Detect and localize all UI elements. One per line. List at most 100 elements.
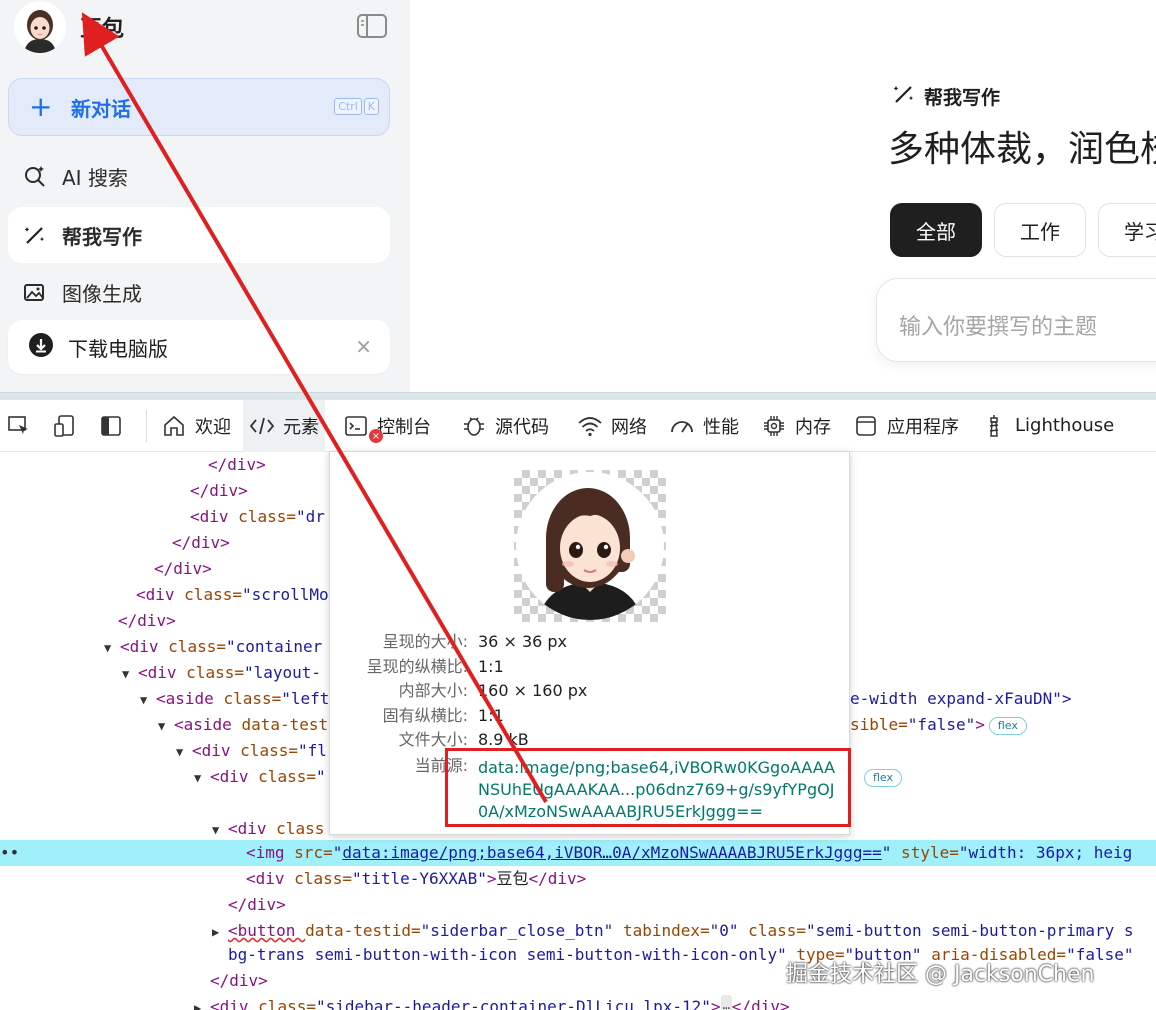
watermark: 掘金技术社区 @ JacksonChen xyxy=(786,962,1095,987)
download-desktop-banner[interactable]: 下载电脑版 × xyxy=(8,320,390,374)
expand-triangle-icon[interactable]: ▼ xyxy=(140,687,156,713)
lighthouse-icon xyxy=(981,413,1007,439)
tag-text: <aside xyxy=(156,689,224,708)
tab-console[interactable]: 控制台 xyxy=(337,400,437,452)
meta-value: 1:1 xyxy=(478,657,504,676)
flex-badge[interactable]: flex xyxy=(988,716,1027,735)
attr-name: class= xyxy=(738,921,806,940)
meta-rendered-ratio: 呈现的纵横比: 1:1 xyxy=(330,655,851,679)
sidebar-item-image-gen[interactable]: 图像生成 xyxy=(8,266,390,318)
pen-sparkle-icon xyxy=(22,222,48,248)
attr-name: sible= xyxy=(850,715,908,734)
tag-text: </div> xyxy=(154,559,212,578)
sidebar-item-ai-search[interactable]: AI 搜索 xyxy=(8,148,390,204)
tree-line[interactable]: ▶ <button data-testid="siderbar_close_btn… xyxy=(0,918,1156,944)
expand-triangle-icon[interactable]: ▼ xyxy=(122,661,138,687)
attr-value: "siderbar_close_btn" xyxy=(420,921,614,940)
sidebar: 豆包 + 新对话 Ctrl K AI 搜索 帮我写作 图像生成 下载电脑版 × xyxy=(0,0,410,392)
highlight-box xyxy=(445,748,851,827)
new-chat-label: 新对话 xyxy=(71,96,131,121)
attr-value: "false" xyxy=(907,715,976,734)
device-toolbar-button[interactable] xyxy=(46,400,92,452)
attr-name: class= xyxy=(240,741,298,760)
flex-badge[interactable]: flex xyxy=(864,768,903,787)
tag-text: > xyxy=(975,715,985,734)
image-src-link[interactable]: data:image/png;base64,iVBOR…0A/xMzoNSwAA… xyxy=(342,843,881,862)
text-node: 豆包 xyxy=(496,869,529,888)
tree-line[interactable]: ▶ <div class="sidebar--header-container-D… xyxy=(0,994,1156,1010)
ai-search-icon xyxy=(22,163,48,189)
tab-label: 内存 xyxy=(795,416,831,438)
image-preview xyxy=(514,470,666,622)
attr-name: src= xyxy=(294,843,333,862)
attr-name: class= xyxy=(223,689,282,708)
sidebar-item-writing[interactable]: 帮我写作 xyxy=(8,207,390,263)
chip-study[interactable]: 学习 xyxy=(1098,203,1156,257)
tab-performance[interactable]: 性能 xyxy=(663,400,745,452)
tab-label: 元素 xyxy=(283,416,319,438)
attr-name: class= xyxy=(294,869,352,888)
tab-label: 源代码 xyxy=(495,416,549,438)
selection-dots: •• xyxy=(0,843,20,862)
brand[interactable]: 豆包 xyxy=(14,0,124,54)
tree-line[interactable]: <div class="title-Y6XXAB">豆包</div> xyxy=(0,866,1156,892)
tag-text: <div xyxy=(228,819,277,838)
meta-key: 呈现的大小: xyxy=(382,632,468,651)
attr-value: "layout- xyxy=(243,663,322,682)
chip-all[interactable]: 全部 xyxy=(890,203,982,257)
expand-triangle-icon[interactable]: ▼ xyxy=(176,739,192,765)
code-icon xyxy=(249,413,275,439)
chip-icon xyxy=(761,413,787,439)
sidebar-item-label: AI 搜索 xyxy=(62,165,128,190)
brand-title: 豆包 xyxy=(80,17,125,42)
pen-sparkle-icon xyxy=(892,82,916,111)
tab-label: 网络 xyxy=(611,416,647,438)
device-icon xyxy=(52,413,78,439)
collapsed-triangle-icon[interactable]: ▶ xyxy=(194,995,210,1010)
tab-memory[interactable]: 内存 xyxy=(755,400,837,452)
meta-intrinsic-ratio: 固有纵横比: 1:1 xyxy=(330,704,851,728)
tab-lighthouse[interactable]: Lighthouse xyxy=(975,400,1120,452)
avatar[interactable] xyxy=(14,1,66,53)
home-icon xyxy=(161,413,187,439)
chip-work[interactable]: 工作 xyxy=(994,203,1086,257)
topic-input[interactable]: 输入你要撰写的主题 xyxy=(876,278,1156,362)
panel-icon xyxy=(98,413,124,439)
attr-name: class= xyxy=(238,507,296,526)
bug-icon xyxy=(461,413,487,439)
tab-label: Lighthouse xyxy=(1015,415,1115,436)
tab-network[interactable]: 网络 xyxy=(571,400,653,452)
app-icon xyxy=(853,413,879,439)
close-icon[interactable]: × xyxy=(355,334,372,358)
tab-application[interactable]: 应用程序 xyxy=(847,400,965,452)
tag-text: <div xyxy=(120,637,169,656)
meta-key: 固有纵横比: xyxy=(382,706,468,725)
ellipsis-button[interactable]: ⋯ xyxy=(720,995,732,1010)
attr-value: "title-Y6XXAB" xyxy=(351,869,487,888)
attr-value: "0" xyxy=(709,921,739,940)
attr-value: bg-trans semi-button-with-icon semi-butt… xyxy=(228,945,787,964)
selected-tree-line[interactable]: •• <img src="data:image/png;base64,iVBOR… xyxy=(0,840,1156,866)
attr-value: "left xyxy=(281,689,330,708)
expand-triangle-icon[interactable]: ▼ xyxy=(104,635,120,661)
tag-text: <div xyxy=(138,663,187,682)
expand-triangle-icon[interactable]: ▼ xyxy=(158,713,174,739)
expand-triangle-icon[interactable]: ▼ xyxy=(194,765,210,791)
devtools-toolbar: 欢迎 元素 控制台 源代码 网络 性能 内存 应用程序 Lighthouse xyxy=(0,399,1156,452)
attr-value: "container xyxy=(225,637,323,656)
tab-sources[interactable]: 源代码 xyxy=(455,400,555,452)
attr-value: "dr xyxy=(295,507,325,526)
tree-line[interactable]: </div> xyxy=(0,892,1156,918)
tab-elements[interactable]: 元素 xyxy=(243,399,325,452)
tag-text: </div> xyxy=(208,455,266,474)
meta-value: 160 × 160 px xyxy=(478,681,588,700)
shortcut-hint: Ctrl K xyxy=(334,98,379,115)
tag-text: <button xyxy=(228,921,306,940)
inspect-element-button[interactable] xyxy=(0,400,46,452)
new-chat-button[interactable]: + 新对话 Ctrl K xyxy=(8,78,390,136)
sidebar-collapse-icon[interactable] xyxy=(356,12,388,40)
sidebar-item-label: 图像生成 xyxy=(62,281,142,306)
tab-welcome[interactable]: 欢迎 xyxy=(155,400,237,452)
shortcut-key-k: K xyxy=(363,98,379,115)
dock-panel-button[interactable] xyxy=(92,400,138,452)
